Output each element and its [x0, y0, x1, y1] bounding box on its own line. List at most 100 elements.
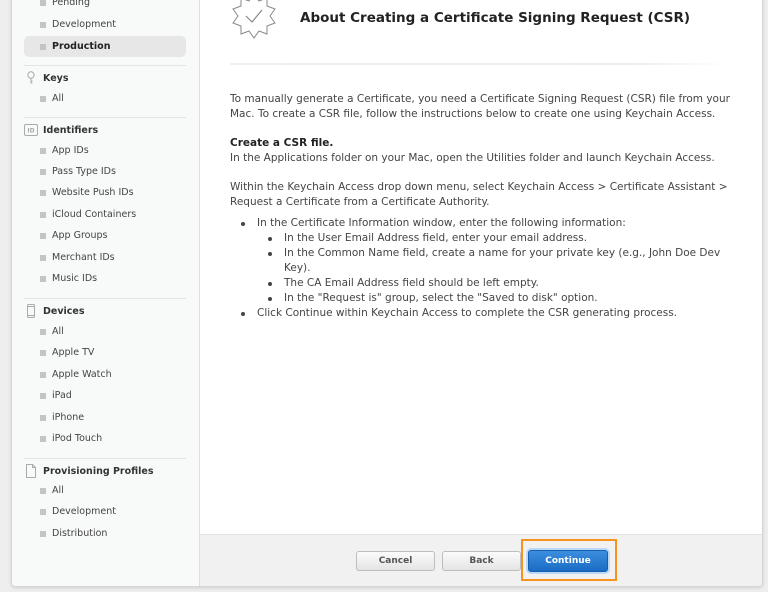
continue-button[interactable]: Continue [528, 550, 608, 572]
list-item: In the User Email Address field, enter y… [257, 231, 730, 246]
sidebar: Pending Development Production Keys All … [12, 0, 200, 586]
sidebar-divider [24, 298, 186, 299]
list-item: The CA Email Address field should be lef… [257, 276, 730, 291]
sidebar-item-apple-tv[interactable]: Apple TV [24, 342, 186, 363]
document-icon [24, 464, 38, 478]
device-icon [24, 304, 38, 318]
sidebar-item-label: Music IDs [52, 273, 98, 284]
bullet-icon [40, 232, 46, 239]
section-heading: Devices [43, 305, 85, 317]
id-icon: ID [24, 123, 38, 137]
bullet-icon [40, 254, 46, 261]
sidebar-item-label: Development [52, 506, 116, 517]
step-text: Within the Keychain Access drop down men… [230, 181, 728, 208]
bullet-icon [40, 508, 46, 515]
section-heading: Provisioning Profiles [43, 465, 154, 477]
sidebar-item-devices-all[interactable]: All [24, 321, 186, 342]
section-subheading: Create a CSR file. [230, 137, 334, 149]
sidebar-item-label: iPod Touch [52, 433, 103, 444]
app-window: Pending Development Production Keys All … [11, 0, 763, 587]
bullet-icon [40, 43, 46, 50]
sidebar-item-app-groups[interactable]: App Groups [24, 225, 186, 246]
sidebar-divider [24, 458, 186, 459]
sidebar-item-label: All [52, 93, 64, 104]
sidebar-section-provisioning-profiles: Provisioning Profiles [24, 460, 186, 482]
back-button[interactable]: Back [442, 551, 521, 571]
sidebar-item-icloud-containers[interactable]: iCloud Containers [24, 204, 186, 225]
bullet-icon [40, 211, 46, 218]
bullet-icon [40, 147, 46, 154]
list-item: In the "Request is" group, select the "S… [257, 291, 730, 306]
sidebar-item-pass-type-ids[interactable]: Pass Type IDs [24, 161, 186, 182]
bullet-icon [40, 392, 46, 399]
sidebar-item-keys-all[interactable]: All [24, 88, 186, 109]
sidebar-item-label: iPhone [52, 412, 85, 423]
bullet-icon [40, 0, 46, 6]
list-item-text: Click Continue within Keychain Access to… [257, 307, 678, 319]
key-icon [24, 71, 38, 85]
footer-bar: Cancel Back Continue [200, 534, 762, 586]
bullet-icon [40, 414, 46, 421]
sidebar-divider [24, 65, 186, 66]
list-item: In the Certificate Information window, e… [230, 216, 730, 306]
sidebar-item-profiles-development[interactable]: Development [24, 501, 186, 522]
bullet-icon [40, 371, 46, 378]
bullet-icon [40, 95, 46, 102]
sub-list: In the User Email Address field, enter y… [257, 231, 730, 306]
sidebar-item-production[interactable]: Production [24, 36, 186, 57]
sidebar-section-identifiers: ID Identifiers [24, 119, 186, 141]
sidebar-item-label: iCloud Containers [52, 209, 137, 220]
sidebar-item-ipad[interactable]: iPad [24, 385, 186, 406]
sidebar-item-label: Development [52, 19, 116, 30]
list-item-text: In the Certificate Information window, e… [257, 217, 626, 229]
list-item: Click Continue within Keychain Access to… [230, 306, 730, 321]
certificate-badge-icon [232, 0, 276, 39]
sidebar-item-label: All [52, 326, 64, 337]
sidebar-item-merchant-ids[interactable]: Merchant IDs [24, 247, 186, 268]
sidebar-item-label: Pass Type IDs [52, 166, 116, 177]
sidebar-item-label: Distribution [52, 528, 108, 539]
bullet-icon [40, 189, 46, 196]
sidebar-item-label: Apple Watch [52, 369, 112, 380]
sidebar-item-label: iPad [52, 390, 72, 401]
bullet-icon [40, 328, 46, 335]
sidebar-item-label: Pending [52, 0, 90, 8]
page-title: About Creating a Certificate Signing Req… [300, 10, 691, 26]
bullet-icon [40, 487, 46, 494]
sidebar-item-label: Website Push IDs [52, 187, 134, 198]
sidebar-section-devices: Devices [24, 300, 186, 322]
sidebar-item-label: App Groups [52, 230, 108, 241]
sidebar-item-label: Production [52, 41, 111, 52]
cancel-button[interactable]: Cancel [356, 551, 435, 571]
sidebar-item-label: All [52, 485, 64, 496]
section-heading: Keys [43, 72, 69, 84]
sidebar-item-website-push-ids[interactable]: Website Push IDs [24, 182, 186, 203]
sidebar-item-label: Apple TV [52, 347, 95, 358]
sidebar-item-apple-watch[interactable]: Apple Watch [24, 364, 186, 385]
sidebar-item-ipod-touch[interactable]: iPod Touch [24, 428, 186, 449]
sidebar-item-pending[interactable]: Pending [24, 0, 186, 13]
sidebar-item-label: App IDs [52, 145, 89, 156]
sidebar-item-profiles-all[interactable]: All [24, 480, 186, 501]
sidebar-item-iphone[interactable]: iPhone [24, 407, 186, 428]
bullet-icon [40, 349, 46, 356]
main-content: About Creating a Certificate Signing Req… [200, 0, 762, 534]
sidebar-divider [24, 117, 186, 118]
intro-text: To manually generate a Certificate, you … [230, 93, 730, 120]
sidebar-item-music-ids[interactable]: Music IDs [24, 268, 186, 289]
sidebar-item-label: Merchant IDs [52, 252, 115, 263]
sidebar-item-profiles-distribution[interactable]: Distribution [24, 523, 186, 544]
sidebar-item-development[interactable]: Development [24, 14, 186, 35]
bullet-icon [40, 168, 46, 175]
bullet-icon [40, 435, 46, 442]
bullet-icon [40, 21, 46, 28]
sidebar-item-app-ids[interactable]: App IDs [24, 140, 186, 161]
sidebar-section-keys: Keys [24, 67, 186, 89]
svg-text:ID: ID [27, 128, 34, 135]
section-heading: Identifiers [43, 124, 99, 136]
bullet-icon [40, 530, 46, 537]
title-divider [230, 63, 730, 65]
list-item: In the Common Name field, create a name … [257, 246, 730, 276]
instruction-list: In the Certificate Information window, e… [230, 216, 730, 321]
step-text: In the Applications folder on your Mac, … [230, 152, 715, 164]
